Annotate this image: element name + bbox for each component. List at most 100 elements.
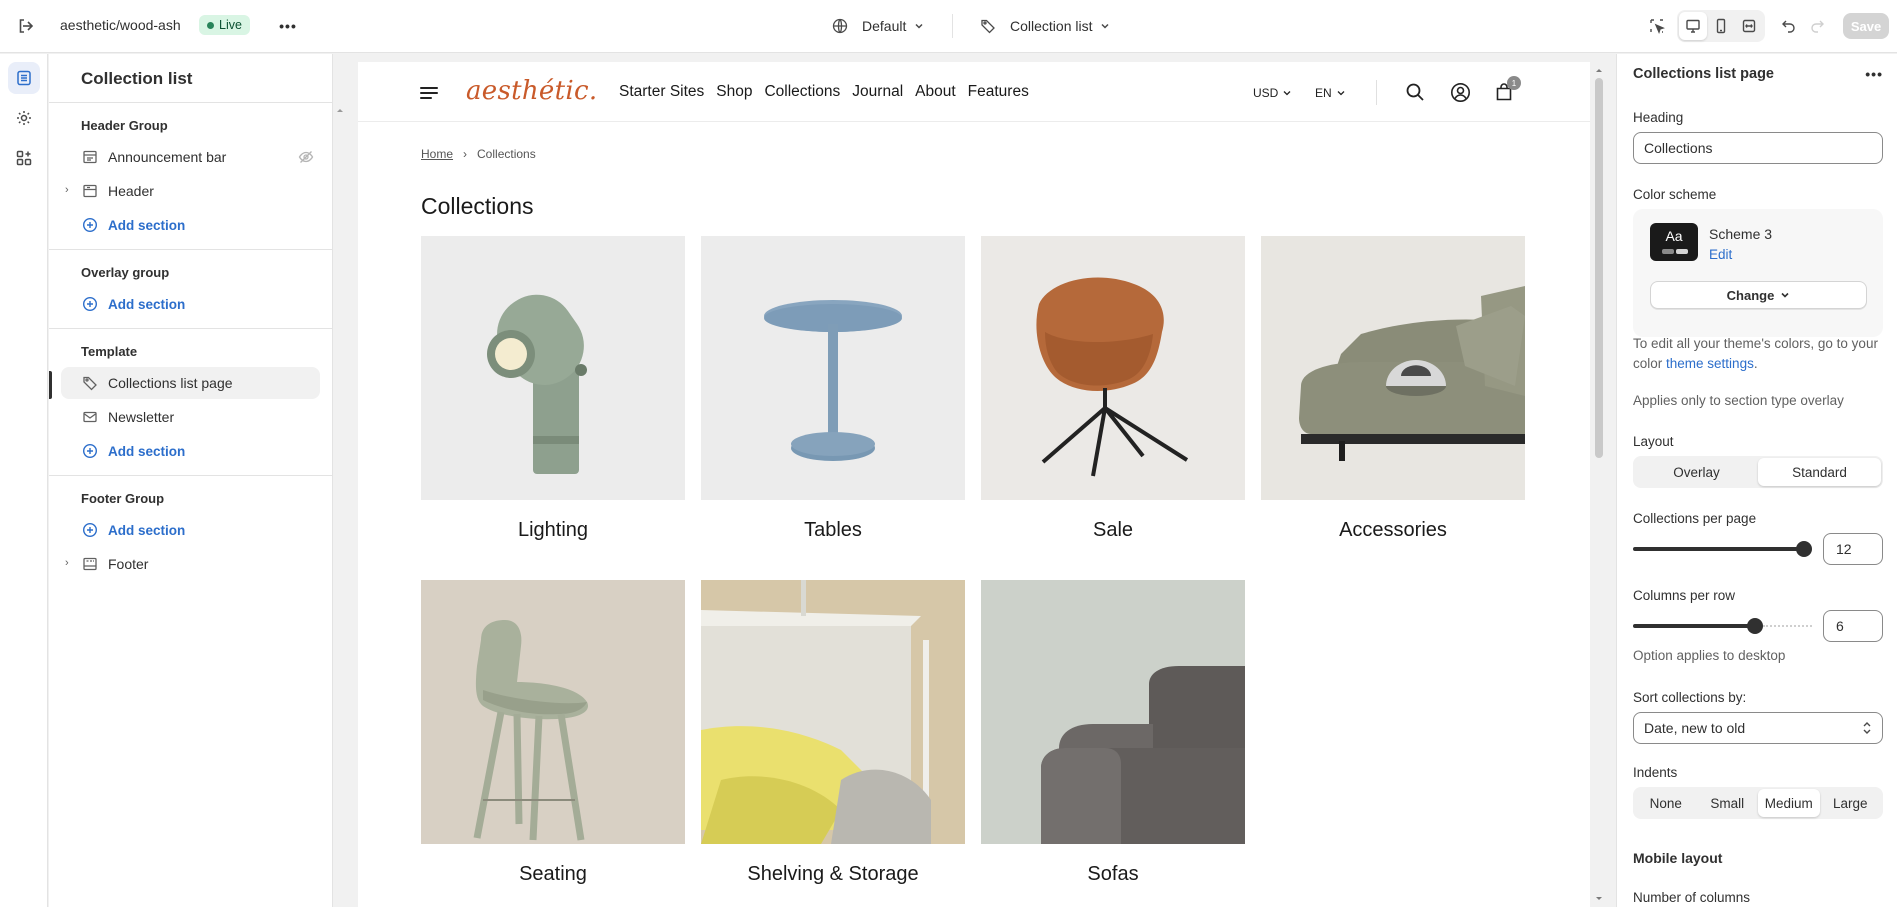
slider-handle[interactable] — [1796, 541, 1812, 557]
hamburger-menu-icon[interactable] — [420, 87, 438, 99]
save-button[interactable]: Save — [1843, 13, 1889, 39]
desktop-view-icon[interactable] — [1679, 12, 1707, 40]
viewport-switcher — [1677, 10, 1765, 42]
cart-count-badge: 1 — [1507, 76, 1521, 90]
more-options-button[interactable]: ••• — [1865, 66, 1883, 82]
mobile-view-icon[interactable] — [1707, 12, 1735, 40]
account-icon[interactable] — [1448, 80, 1472, 104]
page-selector[interactable]: Collection list — [980, 14, 1110, 38]
add-section-button[interactable]: Add section — [61, 514, 320, 546]
scheme-edit-link[interactable]: Edit — [1709, 247, 1732, 262]
template-group: Template Collections list page Newslette… — [49, 329, 332, 476]
scrollbar-thumb[interactable] — [1595, 78, 1603, 458]
layout-section-icon — [81, 148, 99, 166]
divider — [1376, 80, 1377, 105]
settings-gear-icon[interactable] — [8, 102, 40, 134]
footer-group: Footer Group Add section › Footer — [49, 476, 332, 588]
section-header[interactable]: › Header — [61, 175, 320, 207]
store-name: aesthetic/wood-ash — [60, 17, 181, 33]
section-label: Newsletter — [108, 409, 175, 425]
per-row-label: Columns per row — [1633, 588, 1736, 603]
full-width-view-icon[interactable] — [1735, 12, 1763, 40]
indent-option-medium[interactable]: Medium — [1758, 789, 1820, 817]
collection-card-seating[interactable]: Seating — [421, 580, 685, 886]
sections-icon[interactable] — [8, 62, 40, 94]
indent-option-large[interactable]: Large — [1820, 789, 1882, 817]
theme-selector[interactable]: Default — [832, 14, 924, 38]
search-icon[interactable] — [1403, 80, 1427, 104]
live-label: Live — [219, 18, 242, 32]
breadcrumb: Home › Collections — [421, 147, 536, 161]
per-row-value[interactable]: 6 — [1823, 610, 1883, 642]
sort-label: Sort collections by: — [1633, 690, 1747, 705]
chevron-down-icon — [1101, 23, 1110, 29]
section-announcement-bar[interactable]: Announcement bar — [61, 141, 320, 173]
collection-title: Lighting — [517, 519, 589, 541]
inspector-icon[interactable] — [1643, 12, 1671, 40]
panel-title: Collection list — [81, 69, 193, 88]
nav-link[interactable]: Journal — [852, 83, 903, 101]
section-footer[interactable]: › Footer — [61, 548, 320, 580]
collection-card-shelving[interactable]: Shelving & Storage — [701, 580, 965, 886]
section-collections-list-page[interactable]: Collections list page — [49, 367, 320, 399]
preview-scrollbar[interactable] — [1592, 62, 1606, 907]
status-dot-icon — [207, 21, 214, 29]
page-label: Collection list — [1010, 18, 1093, 34]
storefront-preview: aesthétic. Starter Sites Shop Collection… — [358, 62, 1590, 907]
add-section-label: Add section — [108, 296, 186, 312]
add-section-button[interactable]: Add section — [61, 209, 320, 241]
layout-option-overlay[interactable]: Overlay — [1635, 458, 1758, 486]
indent-option-none[interactable]: None — [1635, 789, 1697, 817]
icon-rail — [0, 54, 48, 907]
language-selector[interactable]: EN — [1315, 86, 1346, 100]
heading-input[interactable]: Collections — [1633, 132, 1883, 164]
color-scheme-card: Aa Scheme 3 Edit Change — [1633, 209, 1883, 337]
plus-circle-icon — [81, 295, 99, 313]
header-group: Header Group Announcement bar › Header A… — [49, 103, 332, 250]
exit-icon[interactable] — [14, 14, 38, 38]
layout-option-standard[interactable]: Standard — [1758, 458, 1881, 486]
scheme-name: Scheme 3 — [1709, 226, 1773, 242]
eye-hidden-icon[interactable] — [298, 149, 314, 168]
indent-option-small[interactable]: Small — [1697, 789, 1759, 817]
theme-settings-link[interactable]: theme settings — [1666, 356, 1754, 371]
left-panel-scrollbar[interactable] — [333, 100, 347, 907]
chevron-right-icon[interactable]: › — [65, 184, 69, 196]
per-page-value[interactable]: 12 — [1823, 533, 1883, 565]
section-label: Collections list page — [108, 375, 233, 391]
scheme-swatch[interactable]: Aa — [1650, 223, 1698, 261]
sections-panel: Collection list Header Group Announcemen… — [49, 54, 333, 907]
slider-rest — [1763, 625, 1812, 627]
nav-link[interactable]: Collections — [764, 83, 840, 101]
add-section-button[interactable]: Add section — [61, 435, 320, 467]
undo-icon[interactable] — [1775, 12, 1803, 40]
cart-icon[interactable]: 1 — [1492, 76, 1521, 104]
nav-link[interactable]: Features — [968, 83, 1029, 101]
layout-footer-icon — [81, 555, 99, 573]
chevron-down-icon — [1337, 91, 1345, 96]
collection-card-sale[interactable]: Sale — [981, 236, 1245, 542]
collection-card-lighting[interactable]: Lighting — [421, 236, 685, 542]
slider-handle[interactable] — [1747, 618, 1763, 634]
nav-link[interactable]: Starter Sites — [619, 83, 704, 101]
per-row-slider[interactable] — [1633, 610, 1812, 642]
change-scheme-button[interactable]: Change — [1650, 281, 1867, 309]
collection-card-sofas[interactable]: Sofas — [981, 580, 1245, 886]
more-actions-button[interactable]: ••• — [276, 14, 300, 38]
nav-link[interactable]: About — [915, 83, 956, 101]
section-label: Header — [108, 183, 154, 199]
sort-select[interactable]: Date, new to old — [1633, 712, 1883, 744]
collection-card-tables[interactable]: Tables — [701, 236, 965, 542]
breadcrumb-home[interactable]: Home — [421, 147, 453, 161]
add-section-button[interactable]: Add section — [61, 288, 320, 320]
collection-title: Seating — [519, 863, 587, 885]
collection-card-accessories[interactable]: Accessories — [1261, 236, 1525, 542]
chevron-right-icon[interactable]: › — [65, 557, 69, 569]
per-page-slider[interactable] — [1633, 533, 1812, 565]
store-logo[interactable]: aesthétic. — [466, 76, 597, 106]
redo-icon[interactable] — [1803, 12, 1831, 40]
apps-icon[interactable] — [8, 142, 40, 174]
nav-link[interactable]: Shop — [716, 83, 752, 101]
currency-selector[interactable]: USD — [1253, 86, 1292, 100]
section-newsletter[interactable]: Newsletter — [61, 401, 320, 433]
